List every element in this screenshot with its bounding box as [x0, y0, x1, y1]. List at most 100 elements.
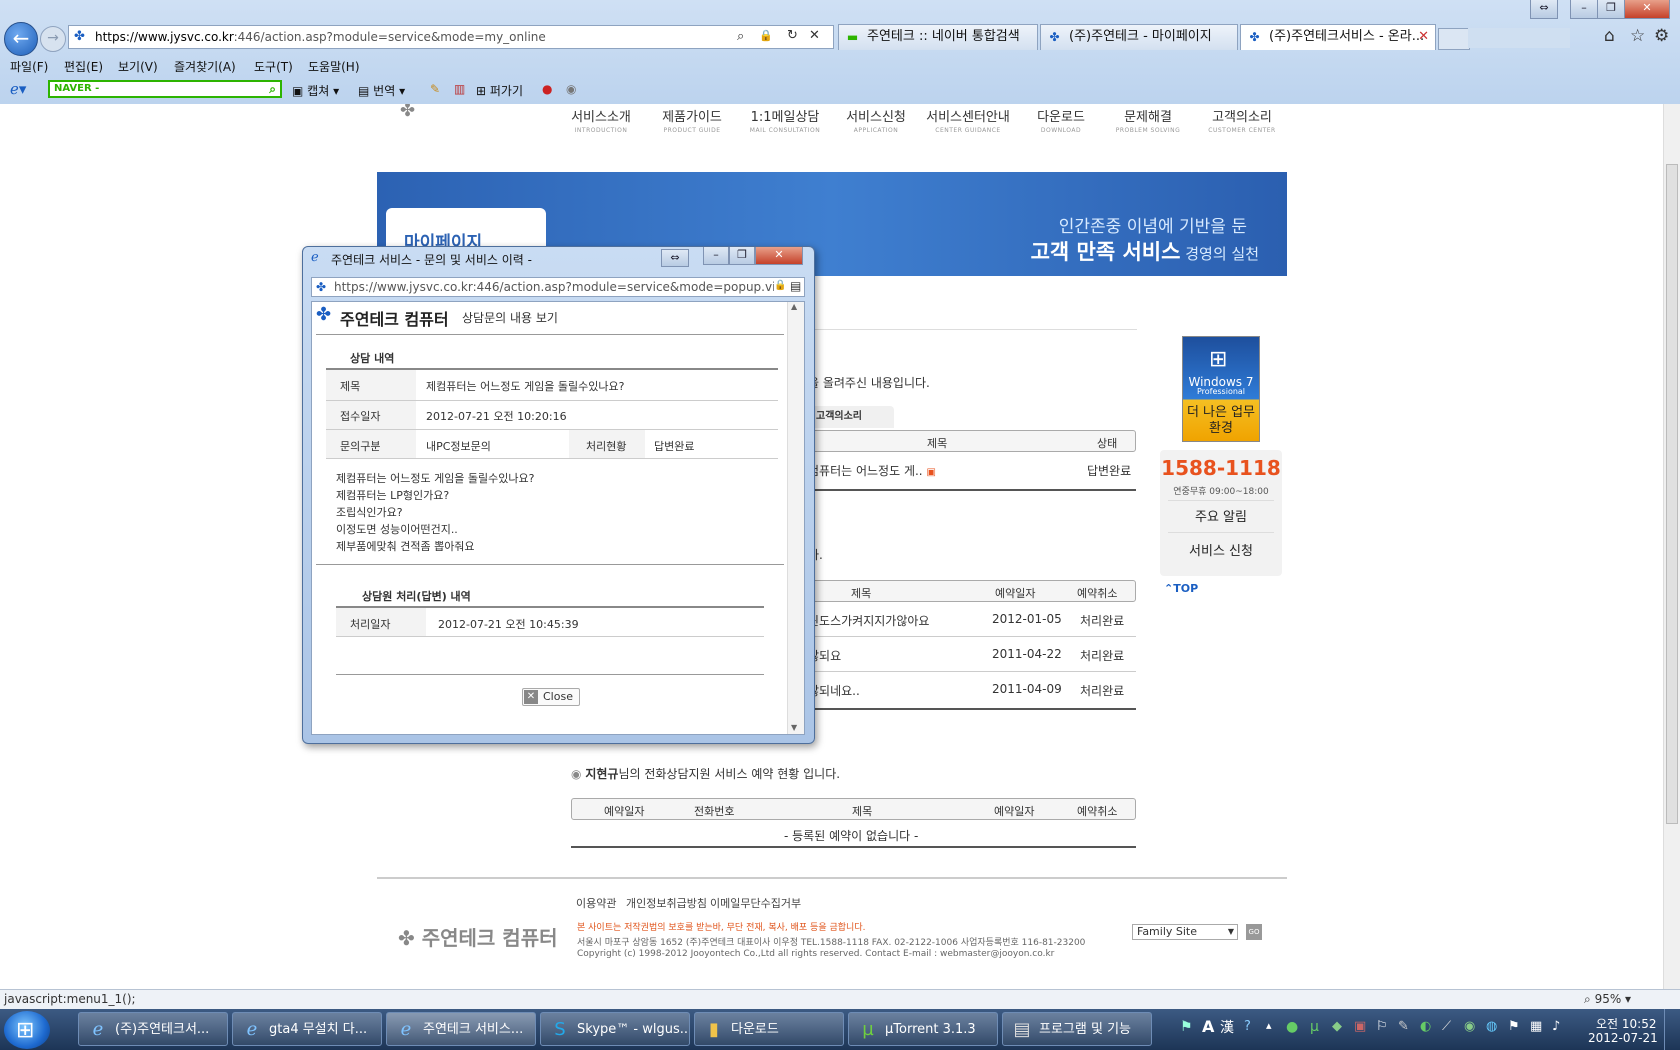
- popup-address-text[interactable]: https://www.jysvc.co.kr:446/action.asp?m…: [334, 280, 774, 294]
- nav-customer-center[interactable]: 고객의소리 CUSTOMER CENTER: [1204, 106, 1280, 134]
- start-button[interactable]: ⊞: [4, 1011, 50, 1049]
- menu-view[interactable]: 보기(V): [118, 58, 158, 75]
- tray-app-icon[interactable]: ◉: [1464, 1019, 1475, 1034]
- scrollbar-thumb[interactable]: [1666, 164, 1678, 824]
- menu-file[interactable]: 파일(F): [10, 58, 48, 75]
- show-desktop-button[interactable]: [1664, 1009, 1680, 1050]
- close-window-button[interactable]: ✕: [1624, 0, 1670, 19]
- zoom-control[interactable]: ⌕ 95% ▾: [1584, 992, 1631, 1007]
- utorrent-tray-icon[interactable]: µ: [1310, 1019, 1319, 1035]
- book-icon[interactable]: ▥: [454, 82, 465, 96]
- refresh-icon[interactable]: ↻: [787, 28, 798, 43]
- translate-button[interactable]: ▤ 번역 ▾: [358, 82, 405, 99]
- popup-maximize-button[interactable]: ❐: [729, 247, 755, 265]
- taskbar-item-utorrent[interactable]: µ µTorrent 3.1.3: [848, 1012, 998, 1046]
- capture-button[interactable]: ▣ 캡쳐 ▾: [292, 82, 339, 99]
- menu-tools[interactable]: 도구(T): [254, 58, 293, 75]
- volume-icon[interactable]: ♪: [1552, 1019, 1560, 1034]
- visit-row-title[interactable]: 윈도스가켜지지가않아요: [808, 612, 929, 629]
- back-button[interactable]: ←: [4, 22, 38, 56]
- tray-app-icon[interactable]: ◆: [1332, 1019, 1342, 1034]
- row-title[interactable]: 컴퓨터는 어느정도 게..: [808, 464, 923, 478]
- menu-edit[interactable]: 편집(E): [64, 58, 103, 75]
- tray-app-icon[interactable]: ▣: [1354, 1019, 1366, 1034]
- ie-icon[interactable]: ℯ▾: [10, 80, 26, 98]
- footer-link-email[interactable]: 이메일무단수집거부: [710, 895, 801, 911]
- clock-time[interactable]: 오전 10:52: [1596, 1015, 1656, 1032]
- taskbar-item-ie-jooyon[interactable]: ℯ (주)주연테크서...: [78, 1012, 228, 1046]
- maximize-button[interactable]: ❐: [1597, 0, 1625, 19]
- visit-row-title[interactable]: 않되네요..: [808, 682, 860, 699]
- nav-problem-solving[interactable]: 문제해결 PROBLEM SOLVING: [1110, 106, 1186, 134]
- page-scrollbar[interactable]: [1663, 104, 1680, 989]
- restore-size-icon[interactable]: ⇔: [1530, 0, 1558, 19]
- nav-mail-consultation[interactable]: 1:1메일상담 MAIL CONSULTATION: [744, 106, 826, 134]
- address-text[interactable]: https://www.jysvc.co.kr:446/action.asp?m…: [95, 30, 546, 44]
- nav-download[interactable]: 다운로드 DOWNLOAD: [1030, 106, 1092, 134]
- tab-naver-search[interactable]: ▬ 주연테크 :: 네이버 통합검색: [838, 24, 1038, 50]
- network-icon[interactable]: ▦: [1530, 1019, 1542, 1034]
- lock-icon[interactable]: 🔒: [759, 29, 773, 42]
- broom-icon[interactable]: ✎: [430, 82, 440, 96]
- nav-center-guidance[interactable]: 서비스센터안내 CENTER GUIDANCE: [926, 106, 1010, 134]
- popup-minimize-button[interactable]: –: [703, 247, 729, 265]
- notice-link[interactable]: 주요 알림: [1160, 506, 1282, 525]
- minimize-button[interactable]: –: [1570, 0, 1598, 19]
- hanja-icon[interactable]: 漢: [1220, 1017, 1234, 1037]
- close-tab-icon[interactable]: ✕: [1418, 25, 1429, 49]
- naver-search-box[interactable]: NAVER - ⌕: [48, 80, 282, 98]
- settings-circle-icon[interactable]: ◉: [566, 82, 576, 96]
- favorites-star-icon[interactable]: ☆: [1630, 26, 1645, 46]
- family-site-go-button[interactable]: GO: [1246, 924, 1262, 940]
- restore-size-icon[interactable]: ⇔: [661, 249, 689, 267]
- tray-app-icon[interactable]: ●: [1286, 1019, 1298, 1035]
- taskbar-item-skype[interactable]: S Skype™ - wlgus...: [540, 1012, 690, 1046]
- address-bar[interactable]: ✤ https://www.jysvc.co.kr:446/action.asp…: [68, 25, 834, 49]
- security-icon[interactable]: ⚑: [1508, 1019, 1520, 1034]
- taskbar-item-ie-service[interactable]: ℯ 주연테크 서비스...: [386, 1012, 536, 1046]
- tray-app-icon[interactable]: ◍: [1486, 1019, 1497, 1034]
- taskbar-item-ie-gta4[interactable]: ℯ gta4 무설치 다...: [232, 1012, 382, 1046]
- popup-scrollbar[interactable]: ▲ ▼: [787, 302, 804, 734]
- taskbar-item-downloads[interactable]: ▮ 다운로드: [694, 1012, 844, 1046]
- search-icon[interactable]: ⌕: [737, 29, 744, 44]
- search-icon[interactable]: ⌕: [269, 82, 276, 96]
- popup-close-button[interactable]: ✕ Close: [522, 688, 580, 706]
- ime-icon[interactable]: A: [1202, 1017, 1214, 1036]
- lock-icon[interactable]: 🔒: [774, 280, 786, 291]
- gear-icon[interactable]: ⚙: [1654, 26, 1669, 46]
- scroll-down-icon[interactable]: ▼: [791, 723, 797, 732]
- help-icon[interactable]: ?: [1244, 1019, 1251, 1034]
- top-link[interactable]: ⌃TOP: [1164, 582, 1198, 595]
- tray-app-icon[interactable]: ◐: [1420, 1019, 1431, 1034]
- footer-link-terms[interactable]: 이용약관: [576, 895, 616, 911]
- tray-app-icon[interactable]: ✎: [1398, 1019, 1409, 1034]
- stop-icon[interactable]: ✕: [809, 28, 820, 43]
- addon-icon[interactable]: ●: [542, 82, 552, 96]
- family-site-select[interactable]: Family Site ▼: [1132, 924, 1238, 940]
- network-app-icon[interactable]: ⚑: [1180, 1019, 1193, 1035]
- nav-introduction[interactable]: 서비스소개 INTRODUCTION: [570, 106, 632, 134]
- chevron-up-icon[interactable]: ▴: [1266, 1019, 1272, 1032]
- tab-customer-voice[interactable]: 고객의소리: [808, 406, 894, 428]
- tray-app-icon[interactable]: ⟋: [1442, 1019, 1451, 1034]
- new-tab-button[interactable]: [1438, 28, 1470, 50]
- flag-icon[interactable]: ⚐: [1376, 1019, 1388, 1034]
- page-icon[interactable]: ▤: [790, 279, 801, 293]
- taskbar-item-programs[interactable]: ▤ 프로그램 및 기능: [1002, 1012, 1152, 1046]
- site-logo[interactable]: ✤: [400, 104, 415, 121]
- windows7-ad[interactable]: ⊞ Windows 7 Professional 더 나은 업무 환경: [1182, 336, 1260, 442]
- nav-application[interactable]: 서비스신청 APPLICATION: [840, 106, 912, 134]
- home-icon[interactable]: ⌂: [1604, 26, 1615, 46]
- popup-address-bar[interactable]: ✤ https://www.jysvc.co.kr:446/action.asp…: [311, 277, 805, 297]
- tab-mypage[interactable]: ✤ (주)주연테크 - 마이페이지: [1040, 24, 1238, 50]
- inquiry-row-title[interactable]: 컴퓨터는 어느정도 게.. ▣: [808, 462, 936, 479]
- forward-button[interactable]: →: [40, 26, 66, 52]
- footer-link-privacy[interactable]: 개인정보취급방침: [626, 895, 707, 911]
- scroll-up-icon[interactable]: ▲: [791, 302, 797, 311]
- clock-date[interactable]: 2012-07-21: [1588, 1031, 1658, 1045]
- share-button[interactable]: ⊞ 퍼가기: [476, 82, 523, 99]
- nav-product-guide[interactable]: 제품가이드 PRODUCT GUIDE: [656, 106, 728, 134]
- popup-close-window-button[interactable]: ✕: [755, 247, 803, 265]
- menu-help[interactable]: 도움말(H): [308, 58, 360, 75]
